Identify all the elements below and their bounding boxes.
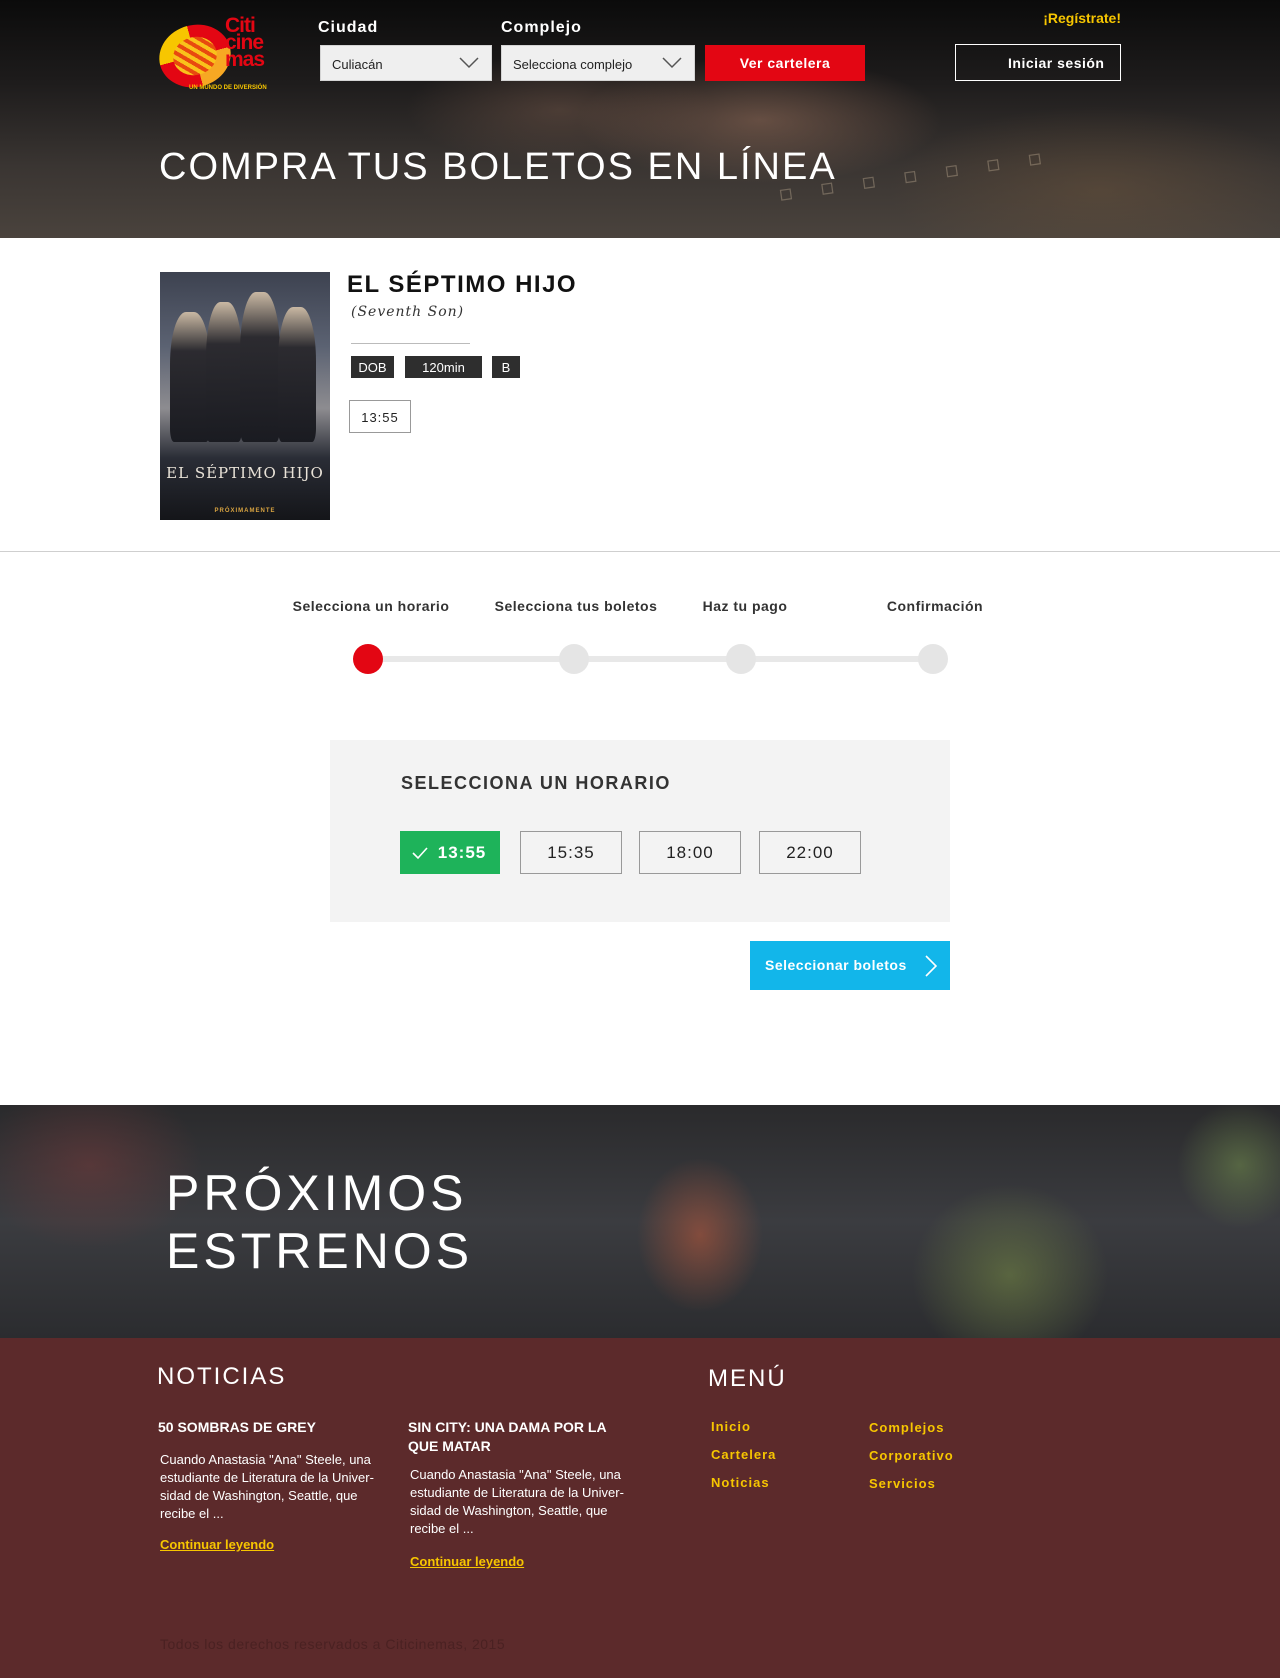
time-button-1355[interactable]: 13:55 bbox=[400, 831, 500, 874]
menu-heading: MENÚ bbox=[708, 1365, 787, 1392]
step-dot-4 bbox=[918, 644, 948, 674]
menu-link-complejos[interactable]: Complejos bbox=[869, 1420, 944, 1435]
menu-link-corporativo[interactable]: Corporativo bbox=[869, 1448, 954, 1463]
divider bbox=[351, 343, 470, 344]
step-dot-2 bbox=[559, 644, 589, 674]
complex-label: Complejo bbox=[501, 19, 582, 36]
city-select[interactable]: Culiacán bbox=[320, 45, 492, 81]
menu-link-servicios[interactable]: Servicios bbox=[869, 1476, 936, 1491]
check-icon bbox=[412, 847, 428, 860]
language-badge: DOB bbox=[351, 356, 394, 378]
time-button-1800[interactable]: 18:00 bbox=[639, 831, 741, 874]
section-divider bbox=[0, 551, 1280, 552]
duration-badge: 120min bbox=[405, 356, 482, 378]
news-body: Cuando Anastasia "Ana" Steele, una estud… bbox=[160, 1452, 374, 1521]
poster-title: EL SÉPTIMO HIJO bbox=[166, 464, 324, 482]
time-button-label: 13:55 bbox=[437, 843, 487, 862]
step-label-boletos: Selecciona tus boletos bbox=[494, 598, 658, 614]
step-label-pago: Haz tu pago bbox=[702, 598, 788, 614]
select-tickets-label: Seleccionar boletos bbox=[765, 957, 907, 973]
upcoming-title-line2: ESTRENOS bbox=[166, 1223, 474, 1279]
step-dot-3 bbox=[726, 644, 756, 674]
complex-select-value: Selecciona complejo bbox=[513, 57, 633, 72]
step-dot-1 bbox=[353, 644, 383, 674]
logo-text: Citi cine mas bbox=[225, 14, 265, 71]
chevron-down-icon bbox=[459, 57, 479, 69]
movie-original-title: (Seventh Son) bbox=[351, 304, 465, 320]
news-title[interactable]: 50 SOMBRAS DE GREY bbox=[158, 1418, 388, 1437]
step-label-horario: Selecciona un horario bbox=[292, 598, 450, 614]
continue-reading-link[interactable]: Continuar leyendo bbox=[160, 1537, 274, 1552]
poster-footer: PRÓXIMAMENTE bbox=[214, 508, 276, 514]
continue-reading-link[interactable]: Continuar leyendo bbox=[410, 1554, 524, 1569]
news-body: Cuando Anastasia "Ana" Steele, una estud… bbox=[410, 1467, 624, 1536]
logo-tagline: UN MUNDO DE DIVERSIÓN bbox=[189, 85, 267, 91]
citicinemas-logo[interactable]: Citi cine mas UN MUNDO DE DIVERSIÓN bbox=[152, 15, 289, 96]
time-button-1535[interactable]: 15:35 bbox=[520, 831, 622, 874]
hero-title: COMPRA TUS BOLETOS EN LÍNEA bbox=[159, 146, 837, 188]
time-button-2200[interactable]: 22:00 bbox=[759, 831, 861, 874]
menu-link-cartelera[interactable]: Cartelera bbox=[711, 1447, 776, 1462]
step-label-confirmacion: Confirmación bbox=[886, 598, 984, 614]
movie-showtime[interactable]: 13:55 bbox=[349, 400, 411, 433]
copyright: Todos los derechos reservados a Citicine… bbox=[160, 1636, 506, 1652]
upcoming-title: PRÓXIMOS ESTRENOS bbox=[166, 1164, 473, 1280]
city-label: Ciudad bbox=[318, 19, 379, 36]
rating-badge: B bbox=[492, 356, 520, 378]
chevron-right-icon bbox=[925, 955, 937, 977]
complex-select[interactable]: Selecciona complejo bbox=[501, 45, 695, 81]
movie-poster: EL SÉPTIMO HIJO PRÓXIMAMENTE bbox=[160, 272, 330, 520]
register-link[interactable]: ¡Regístrate! bbox=[1000, 10, 1121, 26]
schedule-title: SELECCIONA UN HORARIO bbox=[401, 773, 671, 793]
login-button[interactable]: Iniciar sesión bbox=[955, 44, 1121, 81]
news-heading: NOTICIAS bbox=[157, 1363, 287, 1390]
menu-link-noticias[interactable]: Noticias bbox=[711, 1475, 770, 1490]
menu-link-inicio[interactable]: Inicio bbox=[711, 1419, 751, 1434]
progress-track bbox=[368, 656, 934, 662]
hero-background-image: ▫ ▫ ▫ ▫ ▫ ▫ ▫ bbox=[776, 143, 1054, 208]
city-select-value: Culiacán bbox=[332, 57, 383, 72]
select-tickets-button[interactable]: Seleccionar boletos bbox=[750, 941, 950, 990]
ver-cartelera-button[interactable]: Ver cartelera bbox=[705, 45, 865, 81]
upcoming-title-line1: PRÓXIMOS bbox=[166, 1165, 468, 1221]
movie-title: EL SÉPTIMO HIJO bbox=[347, 271, 578, 298]
chevron-down-icon bbox=[662, 57, 682, 69]
news-title[interactable]: SIN CITY: UNA DAMA POR LA QUE MATAR bbox=[408, 1418, 638, 1456]
